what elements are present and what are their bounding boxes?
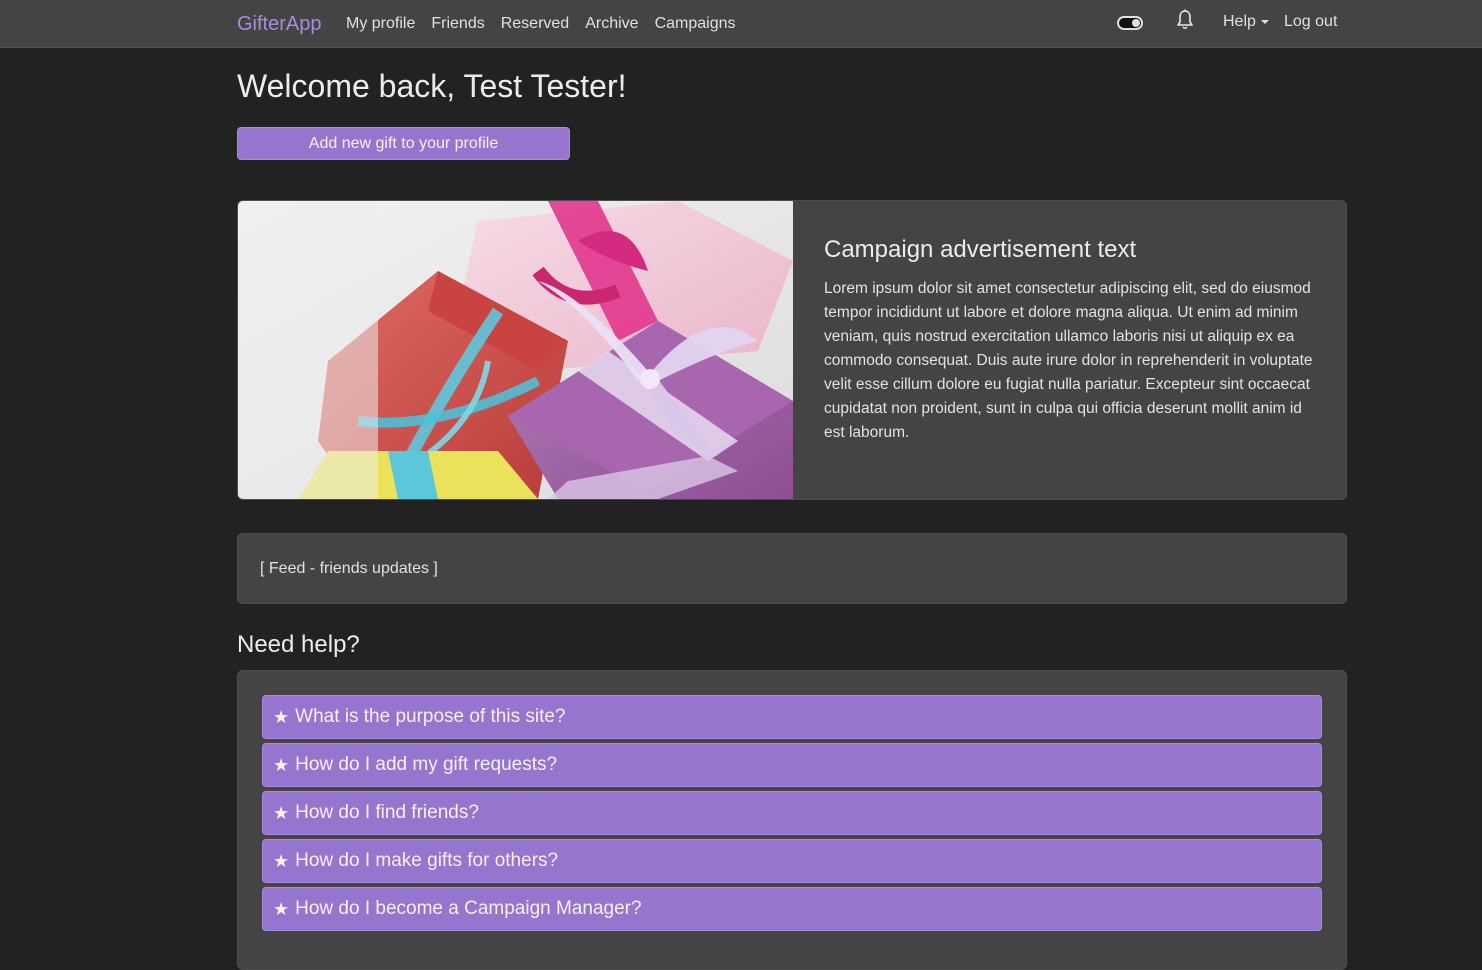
faq-question: How do I add my gift requests? <box>295 754 558 775</box>
toggle-knob <box>1132 19 1140 27</box>
caret-down-icon <box>1260 20 1269 24</box>
faq-item-find-friends[interactable]: ★ How do I find friends? <box>262 791 1322 835</box>
faq-list: ★ What is the purpose of this site? ★ Ho… <box>262 695 1322 935</box>
friends-feed: [ Feed - friends updates ] <box>237 533 1347 604</box>
star-icon: ★ <box>273 706 290 727</box>
faq-item-purpose[interactable]: ★ What is the purpose of this site? <box>262 695 1322 739</box>
faq-item-add-gift-requests[interactable]: ★ How do I add my gift requests? <box>262 743 1322 787</box>
theme-toggle[interactable] <box>1117 16 1143 30</box>
nav-reserved[interactable]: Reserved <box>493 14 577 34</box>
faq-question: How do I become a Campaign Manager? <box>295 898 642 919</box>
logout-link[interactable]: Log out <box>1284 12 1337 32</box>
campaign-body: Lorem ipsum dolor sit amet consectetur a… <box>824 280 1313 441</box>
add-gift-button[interactable]: Add new gift to your profile <box>237 127 570 160</box>
bell-icon[interactable] <box>1175 9 1195 31</box>
faq-item-campaign-manager[interactable]: ★ How do I become a Campaign Manager? <box>262 887 1322 931</box>
faq-panel: ★ What is the purpose of this site? ★ Ho… <box>237 670 1347 970</box>
nav-campaigns[interactable]: Campaigns <box>647 14 744 34</box>
nav-archive[interactable]: Archive <box>577 14 646 34</box>
star-icon: ★ <box>273 898 290 919</box>
brand-logo[interactable]: GifterApp <box>237 12 321 36</box>
star-icon: ★ <box>273 850 290 871</box>
faq-item-make-gifts[interactable]: ★ How do I make gifts for others? <box>262 839 1322 883</box>
page-title: Welcome back, Test Tester! <box>237 68 627 104</box>
help-dropdown[interactable]: Help <box>1223 12 1269 32</box>
campaign-title: Campaign advertisement text <box>824 236 1137 263</box>
gift-boxes-image <box>238 201 793 499</box>
top-navbar: GifterApp My profile Friends Reserved Ar… <box>0 0 1482 48</box>
nav-my-profile[interactable]: My profile <box>338 14 423 34</box>
help-section-title: Need help? <box>237 631 360 658</box>
nav-links: My profile Friends Reserved Archive Camp… <box>338 14 744 34</box>
help-label: Help <box>1223 13 1256 30</box>
star-icon: ★ <box>273 754 290 775</box>
feed-placeholder-text: [ Feed - friends updates ] <box>260 560 438 577</box>
campaign-card: Campaign advertisement text Lorem ipsum … <box>237 200 1347 500</box>
faq-question: How do I make gifts for others? <box>295 850 559 871</box>
star-icon: ★ <box>273 802 290 823</box>
nav-friends[interactable]: Friends <box>423 14 492 34</box>
faq-question: How do I find friends? <box>295 802 479 823</box>
faq-question: What is the purpose of this site? <box>295 706 566 727</box>
